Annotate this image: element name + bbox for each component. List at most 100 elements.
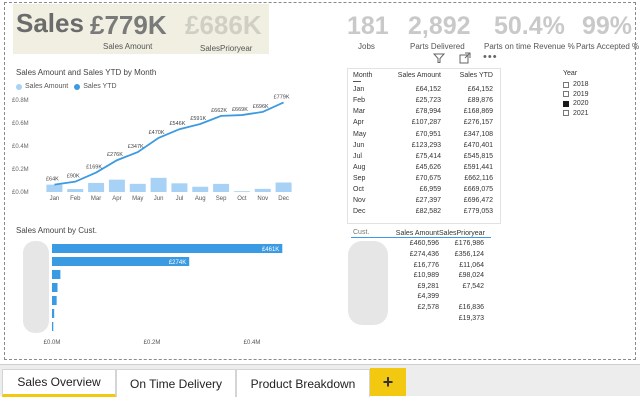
ytd-data-label: £347K bbox=[128, 144, 144, 150]
cust-bar[interactable] bbox=[52, 296, 57, 305]
sales-amount-bar[interactable] bbox=[88, 182, 105, 192]
table-row[interactable]: Sep £70,675 £662,116 bbox=[347, 173, 493, 184]
cust-header[interactable]: Cust. bbox=[353, 229, 369, 236]
sales-amount-bar[interactable] bbox=[150, 177, 167, 192]
sales-amount-bar[interactable] bbox=[233, 191, 250, 192]
sales-amount-label: Sales Amount bbox=[103, 42, 153, 51]
cust-bar[interactable] bbox=[52, 283, 58, 292]
table-row[interactable]: Apr £107,287 £276,157 bbox=[347, 117, 493, 128]
legend-sales-ytd-swatch bbox=[74, 83, 81, 90]
sales-amount-bar[interactable] bbox=[192, 186, 209, 192]
sales-amount-bar[interactable] bbox=[254, 188, 271, 192]
table-cell: £669,075 bbox=[463, 185, 493, 193]
checkbox[interactable] bbox=[563, 81, 569, 88]
cust-bar-chart[interactable]: £461K £274K £0.0M £0.2M £0.4M bbox=[12, 238, 302, 358]
cust-table-header-row: Sales Amount SalesPrioryear bbox=[395, 228, 485, 239]
tab-on-time-delivery[interactable]: On Time Delivery bbox=[116, 369, 236, 397]
page-tabs-bar: Sales Overview On Time Delivery Product … bbox=[0, 364, 640, 397]
on-time-value[interactable]: 50.4% bbox=[494, 12, 565, 41]
cust-header-sales-prior[interactable]: SalesPrioryear bbox=[439, 230, 485, 237]
cust-table-cell: £2,578 bbox=[417, 303, 439, 311]
cust-table-cell: £16,836 bbox=[458, 303, 484, 311]
header-month[interactable]: Month bbox=[347, 72, 385, 79]
cust-bar-label: £274K bbox=[169, 260, 186, 266]
cust-table-row[interactable]: £10,989 £98,024 bbox=[395, 270, 484, 281]
cust-bar[interactable] bbox=[52, 322, 54, 331]
add-page-button[interactable]: + bbox=[370, 368, 406, 396]
year-option-2020[interactable]: 2020 bbox=[563, 99, 589, 109]
sales-month-combo-chart[interactable]: £0.8M £0.6M £0.4M £0.2M £0.0M Jan Feb Mar Apr May… bbox=[12, 92, 302, 212]
sales-amount-bar[interactable] bbox=[129, 183, 146, 192]
cust-bar[interactable] bbox=[52, 270, 61, 279]
year-option-2018[interactable]: 2018 bbox=[563, 80, 589, 90]
checkbox[interactable] bbox=[563, 100, 569, 107]
table-row[interactable]: Mar £78,994 £168,869 bbox=[347, 106, 493, 117]
header-sales-amount[interactable]: Sales Amount bbox=[385, 72, 441, 79]
table-row[interactable]: Jan £64,152 £64,152 bbox=[347, 84, 493, 95]
cust-x-tick-label: £0.4M bbox=[244, 340, 261, 346]
x-tick-label: Oct bbox=[237, 196, 247, 202]
x-tick-label: Sep bbox=[216, 196, 227, 202]
table-row[interactable]: Aug £45,626 £591,441 bbox=[347, 162, 493, 173]
table-cell: £82,582 bbox=[415, 208, 441, 216]
cust-table-cell: £4,399 bbox=[417, 293, 439, 301]
sales-amount-bar[interactable] bbox=[67, 189, 84, 192]
cust-table-row[interactable]: £9,281 £7,542 bbox=[395, 281, 484, 292]
legend-sales-amount-label: Sales Amount bbox=[25, 83, 69, 90]
accepted-value[interactable]: 99% bbox=[582, 12, 632, 41]
table-row[interactable]: Nov £27,397 £696,472 bbox=[347, 195, 493, 206]
sales-ytd-line[interactable] bbox=[54, 101, 284, 186]
cust-table-row[interactable]: £16,776 £11,064 bbox=[395, 260, 484, 271]
cust-table-row[interactable]: £274,436 £356,124 bbox=[395, 249, 484, 260]
tab-product-breakdown[interactable]: Product Breakdown bbox=[236, 369, 370, 397]
y-tick-label: £0.6M bbox=[12, 121, 29, 127]
table-cell: £70,675 bbox=[415, 174, 441, 182]
table-row[interactable]: Oct £6,959 £669,075 bbox=[347, 184, 493, 195]
table-cell: Aug bbox=[353, 163, 366, 171]
tab-sales-overview[interactable]: Sales Overview bbox=[2, 369, 116, 397]
sales-amount-bar[interactable] bbox=[275, 182, 292, 192]
checkbox[interactable] bbox=[563, 91, 569, 98]
cust-bar[interactable] bbox=[52, 244, 283, 253]
sales-amount-bar[interactable] bbox=[213, 183, 230, 192]
year-option-2019[interactable]: 2019 bbox=[563, 90, 589, 100]
year-option-2021[interactable]: 2021 bbox=[563, 109, 589, 119]
x-tick-label: Jul bbox=[176, 196, 184, 202]
table-cell: £123,293 bbox=[411, 141, 441, 149]
sales-prior-value[interactable]: £686K bbox=[185, 10, 262, 41]
header-sales-ytd[interactable]: Sales YTD bbox=[441, 72, 493, 79]
ytd-data-label: £696K bbox=[253, 104, 269, 110]
sales-amount-bar[interactable] bbox=[171, 183, 188, 192]
table-header-row: Month Sales Amount Sales YTD bbox=[347, 70, 493, 81]
sales-amount-bar[interactable] bbox=[108, 179, 125, 192]
checkbox[interactable] bbox=[563, 110, 569, 117]
table-cell: £6,959 bbox=[419, 185, 441, 193]
cust-names-placeholder bbox=[348, 241, 388, 325]
table-row[interactable]: May £70,951 £347,108 bbox=[347, 128, 493, 139]
cust-bar[interactable] bbox=[52, 309, 55, 318]
jobs-value[interactable]: 181 bbox=[347, 12, 389, 41]
sales-amount-value[interactable]: £779K bbox=[90, 10, 167, 41]
cust-table-cell: £98,024 bbox=[458, 272, 484, 280]
x-tick-label: Jan bbox=[50, 196, 60, 202]
cust-header-sales-amount[interactable]: Sales Amount bbox=[395, 230, 439, 237]
table-row[interactable]: Feb £25,723 £89,876 bbox=[347, 95, 493, 106]
more-options-icon[interactable]: ••• bbox=[483, 50, 497, 64]
cust-table-row[interactable]: £2,578 £16,836 bbox=[395, 302, 484, 313]
table-cell: £107,287 bbox=[411, 119, 441, 127]
table-cell: Jun bbox=[353, 141, 365, 149]
table-row[interactable]: Jun £123,293 £470,401 bbox=[347, 140, 493, 151]
table-row[interactable]: Jul £75,414 £545,815 bbox=[347, 151, 493, 162]
cust-table-row[interactable]: £19,373 bbox=[395, 313, 484, 324]
table-row[interactable]: Dec £82,582 £779,053 bbox=[347, 206, 493, 217]
x-tick-label: Apr bbox=[112, 196, 121, 202]
filter-icon[interactable] bbox=[432, 52, 446, 66]
ytd-data-label: £546K bbox=[169, 121, 185, 127]
cust-table-cell: £7,542 bbox=[462, 282, 484, 290]
cust-table-row[interactable]: £4,399 bbox=[395, 292, 484, 303]
parts-delivered-value[interactable]: 2,892 bbox=[408, 12, 471, 41]
focus-mode-icon[interactable] bbox=[458, 52, 472, 66]
cust-x-tick-label: £0.0M bbox=[44, 340, 61, 346]
sales-amount-bar[interactable] bbox=[46, 184, 63, 192]
cust-table-row[interactable]: £460,596 £176,986 bbox=[395, 239, 484, 250]
